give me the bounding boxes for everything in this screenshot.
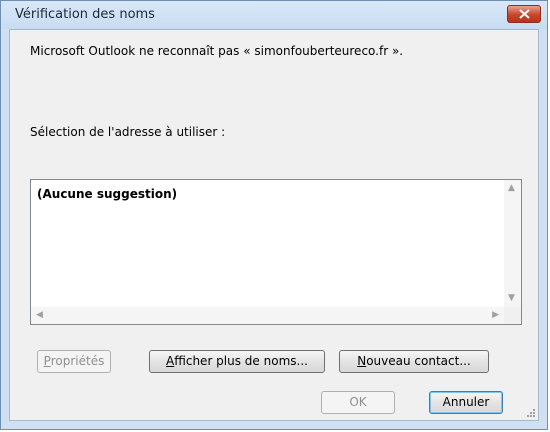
scroll-right-icon[interactable]: ▶: [492, 311, 499, 320]
scroll-up-icon[interactable]: ▲: [508, 184, 515, 193]
ok-button[interactable]: OK: [321, 391, 395, 414]
dialog-window: Vérification des noms Microsoft Outlook …: [0, 0, 548, 430]
scroll-left-icon[interactable]: ◀: [36, 311, 43, 320]
resize-grip-icon[interactable]: [526, 408, 536, 418]
cancel-button[interactable]: Annuler: [429, 391, 503, 414]
close-icon: [519, 9, 530, 19]
dialog-body: Microsoft Outlook ne reconnaît pas « sim…: [9, 29, 539, 421]
close-button[interactable]: [507, 5, 541, 23]
title-bar[interactable]: Vérification des noms: [1, 1, 547, 29]
properties-button[interactable]: Propriétés: [37, 350, 111, 373]
list-item[interactable]: (Aucune suggestion): [37, 187, 177, 201]
unrecognized-name-message: Microsoft Outlook ne reconnaît pas « sim…: [30, 44, 404, 58]
horizontal-scrollbar[interactable]: ◀ ▶: [31, 307, 504, 324]
selection-label: Sélection de l'adresse à utiliser :: [30, 125, 226, 139]
show-more-names-button[interactable]: Afficher plus de noms...: [149, 350, 325, 373]
suggestion-list[interactable]: (Aucune suggestion) ▲ ▼ ◀ ▶: [30, 179, 522, 325]
vertical-scrollbar[interactable]: ▲ ▼: [504, 180, 521, 307]
scrollbar-corner: [504, 307, 521, 324]
new-contact-button[interactable]: Nouveau contact...: [339, 350, 489, 373]
scroll-down-icon[interactable]: ▼: [508, 294, 515, 303]
window-title: Vérification des noms: [15, 7, 155, 22]
